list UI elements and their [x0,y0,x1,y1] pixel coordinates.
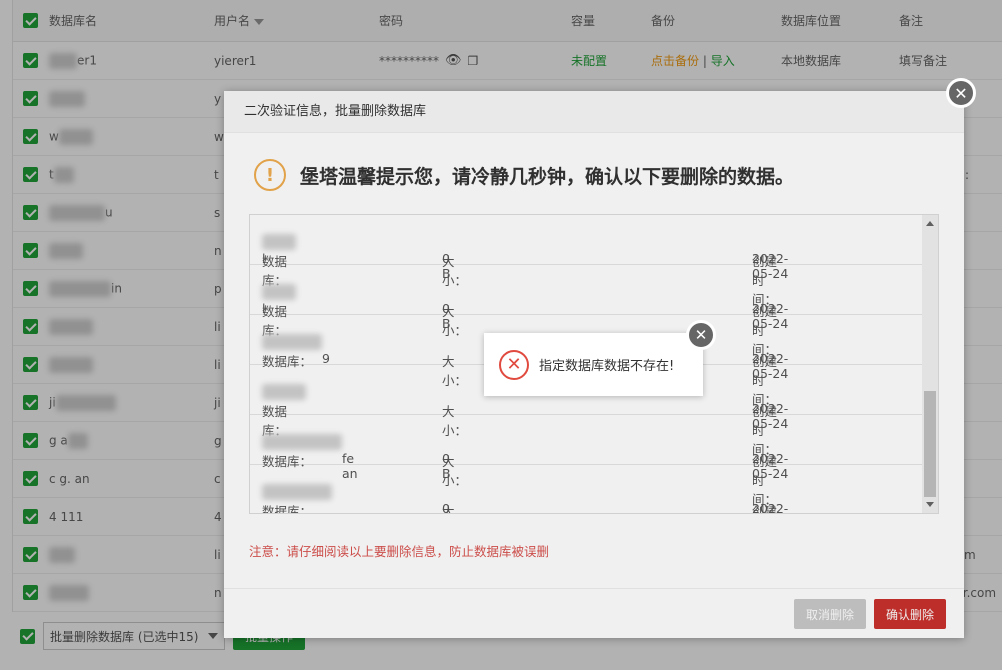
toast-close-icon[interactable]: ✕ [686,320,716,350]
error-toast: ✕ 指定数据库数据不存在! [484,333,703,396]
error-icon: ✕ [499,349,529,380]
dialog-close-icon[interactable]: ✕ [946,78,976,108]
toast-message: 指定数据库数据不存在! [539,359,675,374]
